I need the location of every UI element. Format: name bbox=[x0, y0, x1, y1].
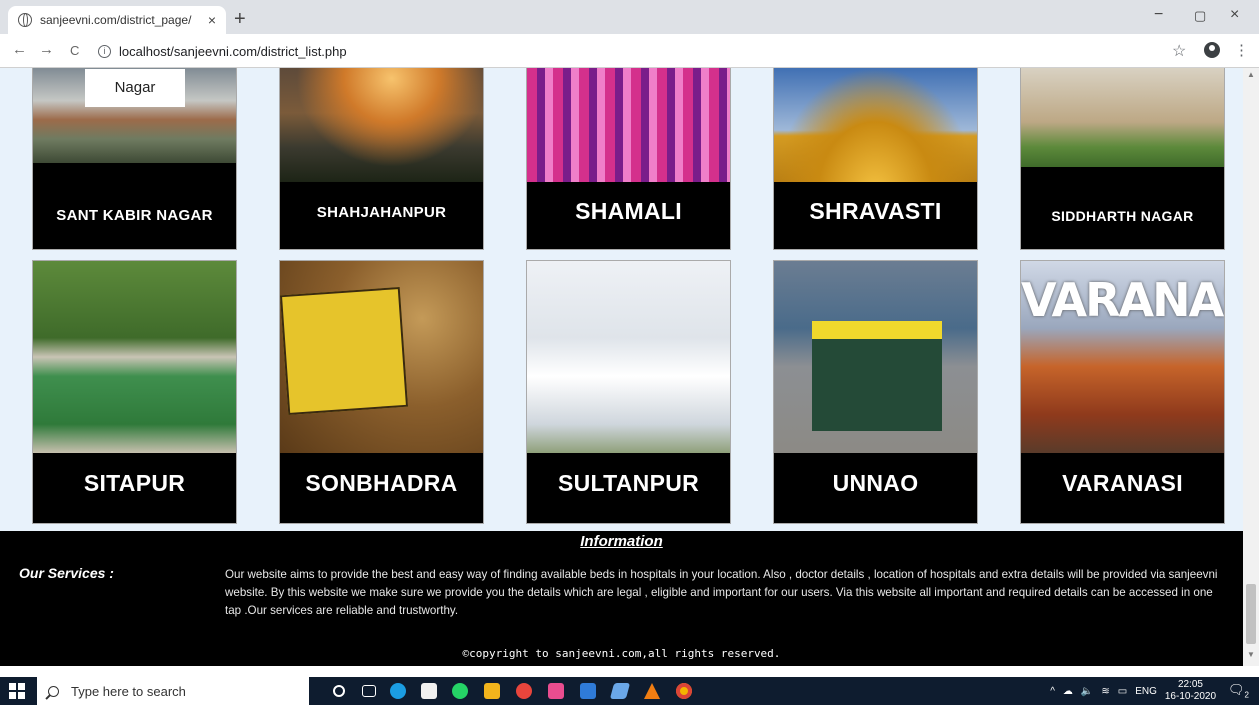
onedrive-icon[interactable]: ☁ bbox=[1063, 686, 1073, 697]
info-footer: Information Our Services : Our website a… bbox=[0, 531, 1243, 666]
signboard-graphic bbox=[280, 286, 409, 416]
notification-icon[interactable]: 🗨2 bbox=[1228, 682, 1249, 700]
menu-kebab-icon[interactable]: ⋮ bbox=[1234, 41, 1249, 59]
image-caption: Nagar bbox=[85, 69, 185, 107]
store-icon[interactable] bbox=[421, 683, 437, 699]
copyright-text: ©copyright to sanjeevni.com,all rights r… bbox=[462, 647, 781, 660]
wifi-icon[interactable]: ≋ bbox=[1101, 686, 1109, 697]
browser-tab-bar: sanjeevni.com/district_page/ × + − ▢ × bbox=[0, 0, 1259, 34]
district-card-sultanpur[interactable]: SULTANPUR bbox=[526, 260, 731, 524]
edge-icon[interactable] bbox=[390, 683, 406, 699]
maximize-button[interactable]: ▢ bbox=[1194, 8, 1206, 24]
chrome-icon[interactable] bbox=[516, 683, 532, 699]
district-card-sant-kabir-nagar[interactable]: Nagar SANT KABIR NAGAR bbox=[32, 68, 237, 250]
browser-tab[interactable]: sanjeevni.com/district_page/ × bbox=[8, 6, 226, 34]
page-scrollbar[interactable]: ▲ ▼ bbox=[1243, 68, 1259, 666]
scroll-down-arrow-icon[interactable]: ▼ bbox=[1247, 650, 1255, 659]
page-viewport: Nagar SANT KABIR NAGAR SHAHJAHANPUR SHAM… bbox=[0, 68, 1243, 666]
chrome-active-icon[interactable] bbox=[676, 683, 692, 699]
back-button[interactable]: ← bbox=[12, 41, 27, 58]
vlc-icon[interactable] bbox=[644, 683, 660, 699]
district-name: SHAHJAHANPUR bbox=[316, 204, 447, 221]
tab-title: sanjeevni.com/district_page/ bbox=[40, 13, 192, 27]
url-text[interactable]: localhost/sanjeevni.com/district_list.ph… bbox=[119, 44, 347, 59]
window-bottom-edge bbox=[0, 666, 1259, 677]
clock-date: 16-10-2020 bbox=[1164, 691, 1217, 702]
information-heading: Information bbox=[580, 533, 663, 550]
task-view-icon[interactable] bbox=[362, 685, 376, 697]
district-card-shahjahanpur[interactable]: SHAHJAHANPUR bbox=[279, 68, 484, 250]
language-indicator[interactable]: ENG bbox=[1135, 686, 1157, 697]
landscape-photo-icon bbox=[527, 261, 730, 453]
landscape-photo-icon: VARANASI bbox=[1021, 261, 1224, 453]
search-icon bbox=[48, 685, 59, 697]
district-name: SANT KABIR NAGAR bbox=[56, 207, 213, 224]
whatsapp-icon[interactable] bbox=[452, 683, 468, 699]
landscape-photo-icon bbox=[774, 261, 977, 453]
tab-close-button[interactable]: × bbox=[208, 12, 216, 28]
new-tab-button[interactable]: + bbox=[234, 8, 246, 31]
district-name: UNNAO bbox=[832, 470, 919, 496]
account-icon[interactable] bbox=[1204, 42, 1220, 58]
cortana-icon[interactable] bbox=[333, 685, 345, 697]
district-card-varanasi[interactable]: VARANASI VARANASI bbox=[1020, 260, 1225, 524]
landscape-photo-icon bbox=[1021, 68, 1224, 167]
office-icon[interactable] bbox=[548, 683, 564, 699]
district-card-shravasti[interactable]: SHRAVASTI bbox=[773, 68, 978, 250]
district-name: SHAMALI bbox=[575, 198, 682, 224]
district-name: VARANASI bbox=[1062, 470, 1183, 496]
bookmark-star-icon[interactable]: ☆ bbox=[1172, 41, 1186, 61]
district-card-shamali[interactable]: SHAMALI bbox=[526, 68, 731, 250]
landscape-photo-icon bbox=[280, 68, 483, 182]
scroll-thumb[interactable] bbox=[1246, 584, 1256, 644]
landscape-photo-icon bbox=[527, 68, 730, 182]
landscape-photo-icon bbox=[774, 68, 977, 182]
file-explorer-icon[interactable] bbox=[484, 683, 500, 699]
forward-button[interactable]: → bbox=[39, 41, 54, 58]
landscape-photo-icon bbox=[280, 261, 483, 453]
signboard-graphic bbox=[812, 321, 942, 431]
app-icon[interactable] bbox=[580, 683, 596, 699]
minimize-button[interactable]: − bbox=[1154, 6, 1163, 24]
services-description: Our website aims to provide the best and… bbox=[225, 568, 1218, 617]
clock-time: 22:05 bbox=[1177, 679, 1203, 690]
district-name: SITAPUR bbox=[83, 470, 186, 496]
notes-icon[interactable] bbox=[609, 683, 631, 699]
scroll-up-arrow-icon[interactable]: ▲ bbox=[1247, 70, 1255, 79]
chevron-up-icon[interactable]: ^ bbox=[1050, 686, 1055, 697]
clock[interactable]: 22:05 16-10-2020 bbox=[1165, 679, 1216, 703]
notification-count: 2 bbox=[1244, 690, 1249, 700]
screen: sanjeevni.com/district_page/ × + − ▢ × ←… bbox=[0, 0, 1259, 705]
close-window-button[interactable]: × bbox=[1230, 6, 1239, 24]
district-name: SHRAVASTI bbox=[809, 198, 942, 224]
district-card-sonbhadra[interactable]: SONBHADRA bbox=[279, 260, 484, 524]
district-card-unnao[interactable]: UNNAO bbox=[773, 260, 978, 524]
taskbar-search[interactable]: Type here to search bbox=[37, 677, 309, 705]
district-name: SULTANPUR bbox=[557, 470, 700, 496]
district-card-siddharth-nagar[interactable]: SIDDHARTH NAGAR bbox=[1020, 68, 1225, 250]
globe-icon bbox=[18, 13, 32, 27]
district-name: SONBHADRA bbox=[305, 470, 458, 496]
reload-button[interactable]: C bbox=[70, 43, 79, 58]
browser-toolbar: ← → C i localhost/sanjeevni.com/district… bbox=[0, 34, 1259, 68]
landscape-photo-icon: Nagar bbox=[33, 68, 236, 163]
info-icon[interactable]: i bbox=[98, 44, 111, 58]
services-label: Our Services : bbox=[19, 565, 114, 581]
battery-icon[interactable]: ▭ bbox=[1118, 686, 1127, 697]
image-caption: VARANASI bbox=[1021, 273, 1224, 327]
volume-icon[interactable]: 🔈 bbox=[1081, 686, 1093, 697]
windows-start-icon[interactable] bbox=[9, 683, 25, 699]
district-name: SIDDHARTH NAGAR bbox=[1051, 208, 1194, 224]
address-bar[interactable]: i localhost/sanjeevni.com/district_list.… bbox=[92, 39, 1167, 63]
windows-taskbar: Type here to search ^ ☁ 🔈 ≋ ▭ ENG 22:05 … bbox=[0, 677, 1259, 705]
system-tray: ^ ☁ 🔈 ≋ ▭ ENG 22:05 16-10-2020 🗨2 bbox=[1050, 677, 1259, 705]
landscape-photo-icon bbox=[33, 261, 236, 453]
district-card-sitapur[interactable]: SITAPUR bbox=[32, 260, 237, 524]
search-placeholder: Type here to search bbox=[71, 683, 186, 699]
